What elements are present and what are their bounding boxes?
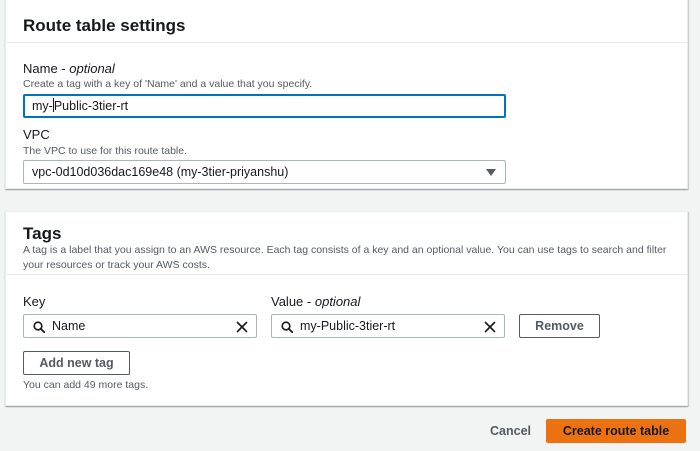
key-column-label: Key (23, 294, 46, 309)
vpc-select[interactable]: vpc-0d10d036dac169e48 (my-3tier-priyansh… (23, 160, 506, 184)
name-optional-text: optional (69, 61, 115, 76)
add-new-tag-button[interactable]: Add new tag (23, 351, 130, 375)
vpc-field-description: The VPC to use for this route table. (23, 145, 188, 157)
tags-panel-header: Tags A tag is a label that you assign to… (6, 212, 687, 275)
clear-icon[interactable] (484, 321, 496, 333)
settings-panel-header: Route table settings (6, 0, 687, 43)
route-table-settings-panel: Route table settings Name - optional Cre… (5, 0, 688, 189)
tag-value-value: my-Public-3tier-rt (300, 319, 396, 333)
value-column-label: Value - optional (271, 294, 361, 309)
name-field-label: Name - optional (23, 61, 115, 76)
value-optional-text: optional (314, 294, 361, 309)
name-input-value-end: Public-3tier-rt (53, 99, 129, 113)
name-input[interactable]: my-Public-3tier-rt (23, 94, 506, 118)
settings-title: Route table settings (23, 16, 186, 35)
tag-value-input[interactable]: my-Public-3tier-rt (271, 314, 505, 338)
remaining-tags-hint: You can add 49 more tags. (23, 379, 149, 391)
search-icon (281, 321, 293, 333)
tags-title: Tags (23, 224, 62, 243)
create-route-table-button[interactable]: Create route table (546, 419, 686, 443)
name-field-description: Create a tag with a key of 'Name' and a … (23, 78, 313, 90)
caret-down-icon (486, 169, 496, 176)
tag-key-value: Name (52, 319, 86, 333)
tags-panel: Tags A tag is a label that you assign to… (5, 211, 688, 406)
name-input-value-start: my- (32, 99, 53, 113)
search-icon (33, 321, 45, 333)
remove-tag-button[interactable]: Remove (519, 314, 600, 338)
name-label-text: Name (23, 61, 58, 76)
vpc-select-value: vpc-0d10d036dac169e48 (my-3tier-priyansh… (32, 165, 289, 179)
vpc-field-label: VPC (23, 127, 50, 142)
tags-description: A tag is a label that you assign to an A… (23, 244, 667, 271)
clear-icon[interactable] (236, 321, 248, 333)
tag-key-input[interactable]: Name (23, 314, 257, 338)
cancel-button[interactable]: Cancel (490, 424, 531, 438)
value-label-text: Value (271, 294, 304, 309)
